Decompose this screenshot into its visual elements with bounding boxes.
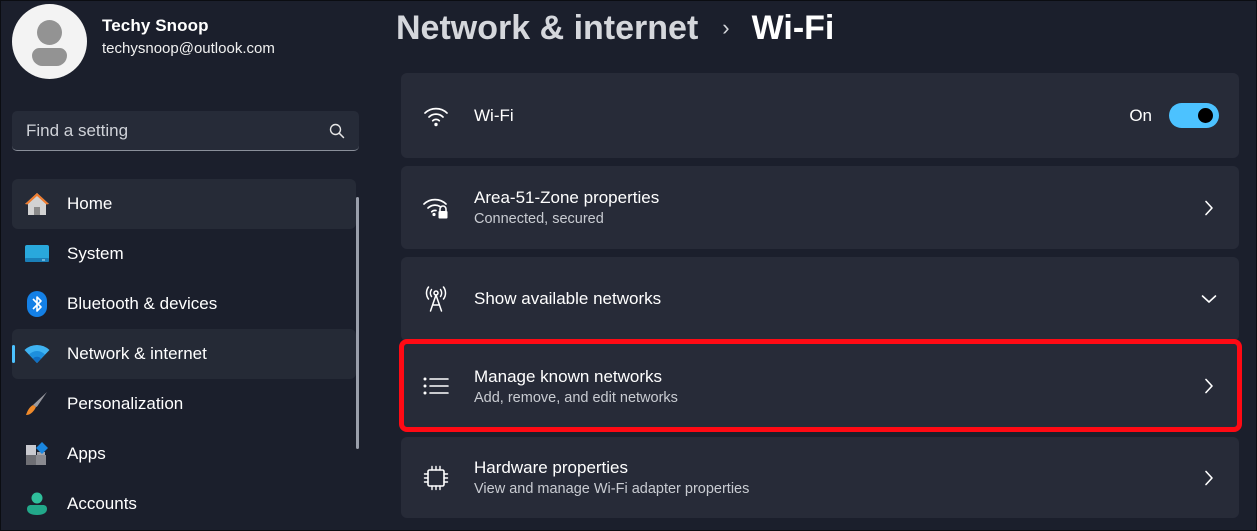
active-indicator: [12, 345, 15, 363]
card-title: Wi-Fi: [474, 105, 514, 125]
chevron-right-icon: [1199, 468, 1219, 488]
profile-name: Techy Snoop: [102, 16, 209, 35]
accounts-icon: [24, 491, 50, 517]
card-text: Hardware properties View and manage Wi-F…: [474, 458, 1199, 497]
sidebar-scrollbar[interactable]: [356, 197, 359, 449]
apps-icon: [24, 441, 50, 467]
card-title: Manage known networks: [474, 366, 663, 386]
sidebar-item-label: Network & internet: [67, 344, 207, 363]
sidebar-item-label: Personalization: [67, 394, 184, 413]
card-subtitle: View and manage Wi-Fi adapter properties: [474, 481, 750, 497]
manage-known-networks-card[interactable]: Manage known networks Add, remove, and e…: [401, 344, 1239, 428]
sidebar-item-label: Accounts: [67, 494, 137, 513]
avatar-head: [37, 20, 62, 45]
card-right: [1199, 198, 1219, 218]
card-subtitle: Connected, secured: [474, 211, 604, 227]
available-networks-card[interactable]: Show available networks: [401, 257, 1239, 341]
wifi-toggle-card[interactable]: Wi-Fi On: [401, 73, 1239, 158]
avatar: [12, 4, 87, 79]
chevron-right-icon: [1199, 198, 1219, 218]
card-right: [1199, 376, 1219, 396]
wifi-toggle-switch[interactable]: [1169, 103, 1219, 128]
antenna-icon: [421, 284, 451, 314]
card-title: Hardware properties: [474, 458, 629, 477]
sidebar-item-personalization[interactable]: Personalization: [12, 379, 356, 429]
sidebar-item-accounts[interactable]: Accounts: [12, 479, 356, 529]
card-title: Area-51-Zone properties: [474, 188, 660, 207]
toggle-state-label: On: [1129, 105, 1152, 125]
sidebar-nav: Home System Bluetooth & devices Network …: [12, 179, 356, 529]
card-right: [1199, 468, 1219, 488]
sidebar-item-bluetooth[interactable]: Bluetooth & devices: [12, 279, 356, 329]
card-text: Manage known networks Add, remove, and e…: [474, 367, 1199, 406]
sidebar-item-label: Bluetooth & devices: [67, 294, 218, 313]
home-icon: [24, 191, 50, 217]
chip-icon: [421, 463, 451, 493]
sidebar-item-label: Apps: [67, 444, 106, 463]
breadcrumb: Network & internet › Wi-Fi: [396, 6, 834, 50]
card-right: [1199, 289, 1219, 309]
page-title: Wi-Fi: [751, 8, 835, 47]
network-icon: [24, 341, 50, 367]
chevron-down-icon[interactable]: [1199, 289, 1219, 309]
sidebar: Techy Snoop techysnoop@outlook.com Home …: [1, 1, 381, 531]
sidebar-item-apps[interactable]: Apps: [12, 429, 356, 479]
search-icon[interactable]: [329, 123, 345, 139]
search-input[interactable]: [26, 120, 329, 141]
avatar-body: [32, 48, 67, 66]
card-text: Wi-Fi: [474, 106, 1129, 126]
sidebar-item-system[interactable]: System: [12, 229, 356, 279]
chevron-right-icon: [1199, 376, 1219, 396]
toggle-knob: [1198, 108, 1213, 123]
hardware-properties-card[interactable]: Hardware properties View and manage Wi-F…: [401, 437, 1239, 518]
card-text: Show available networks: [474, 289, 1199, 309]
list-icon: [421, 371, 451, 401]
sidebar-item-home[interactable]: Home: [12, 179, 356, 229]
wifi-lock-icon: [421, 193, 451, 223]
card-text: Area-51-Zone properties Connected, secur…: [474, 188, 1199, 227]
profile-email: techysnoop@outlook.com: [102, 40, 275, 57]
sidebar-item-network[interactable]: Network & internet: [12, 329, 356, 379]
breadcrumb-parent[interactable]: Network & internet: [396, 9, 698, 48]
user-profile[interactable]: Techy Snoop techysnoop@outlook.com: [12, 4, 275, 79]
sidebar-item-label: System: [67, 244, 124, 263]
card-title: Show available networks: [474, 289, 662, 308]
bluetooth-icon: [24, 291, 50, 317]
profile-text: Techy Snoop techysnoop@outlook.com: [102, 16, 275, 57]
card-right: On: [1129, 103, 1219, 128]
card-subtitle: Add, remove, and edit networks: [474, 389, 678, 406]
search-box[interactable]: [12, 111, 359, 151]
sidebar-item-label: Home: [67, 194, 113, 213]
breadcrumb-separator-icon: ›: [722, 15, 730, 40]
system-icon: [24, 241, 50, 267]
network-properties-card[interactable]: Area-51-Zone properties Connected, secur…: [401, 166, 1239, 249]
brush-icon: [24, 391, 50, 417]
wifi-icon: [421, 101, 451, 131]
